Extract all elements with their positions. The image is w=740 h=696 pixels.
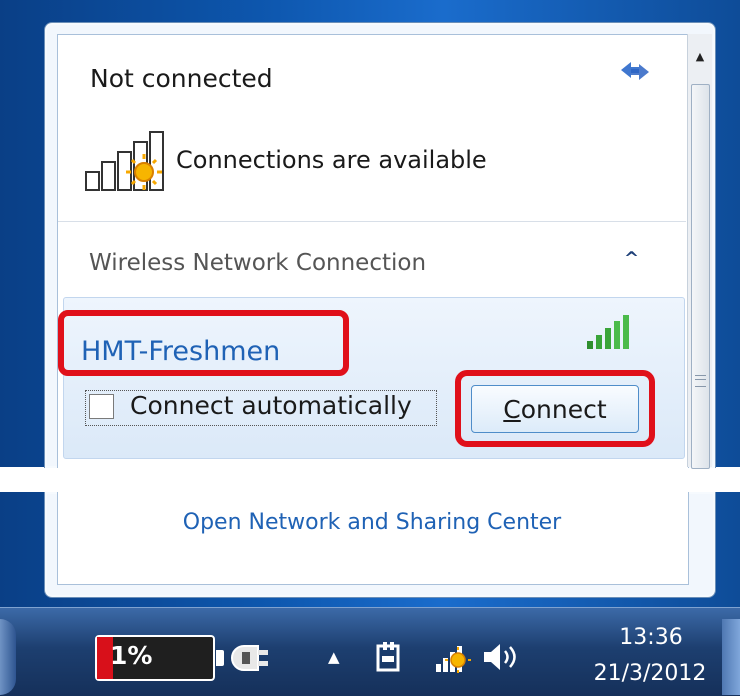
connect-automatically-label[interactable]: Connect automatically xyxy=(130,391,412,420)
signal-strength-icon xyxy=(585,313,635,353)
volume-icon[interactable] xyxy=(480,640,522,674)
connections-available-text: Connections are available xyxy=(176,146,487,174)
scroll-up-icon[interactable]: ▲ xyxy=(688,34,712,78)
scroll-grip-icon xyxy=(695,375,706,387)
scroll-thumb[interactable] xyxy=(691,84,710,469)
network-tray-icon[interactable] xyxy=(434,640,472,674)
start-button-edge[interactable] xyxy=(0,619,16,695)
network-flyout-footer xyxy=(57,492,689,585)
clock-time[interactable]: 13:36 xyxy=(592,625,710,650)
clock-date[interactable]: 21/3/2012 xyxy=(570,661,730,686)
signal-bars-icon xyxy=(84,128,174,192)
refresh-icon[interactable] xyxy=(617,56,653,86)
scrollbar[interactable]: ▲ xyxy=(687,34,712,469)
divider xyxy=(58,221,686,222)
image-gap xyxy=(0,467,740,492)
highlight-box-network xyxy=(58,310,349,376)
battery-percent: 1% xyxy=(110,641,153,670)
collapse-icon[interactable]: ^ xyxy=(624,248,639,269)
power-tray-icon[interactable] xyxy=(374,640,404,674)
open-network-sharing-center-link[interactable]: Open Network and Sharing Center xyxy=(57,510,687,535)
show-hidden-icons-icon[interactable]: ▲ xyxy=(328,648,340,666)
highlight-box-connect xyxy=(455,370,655,447)
power-plug-icon[interactable] xyxy=(228,642,272,674)
connect-automatically-checkbox[interactable] xyxy=(89,394,114,419)
connection-status-title: Not connected xyxy=(90,64,273,93)
section-title[interactable]: Wireless Network Connection xyxy=(89,250,426,276)
show-desktop-button[interactable] xyxy=(722,619,740,695)
